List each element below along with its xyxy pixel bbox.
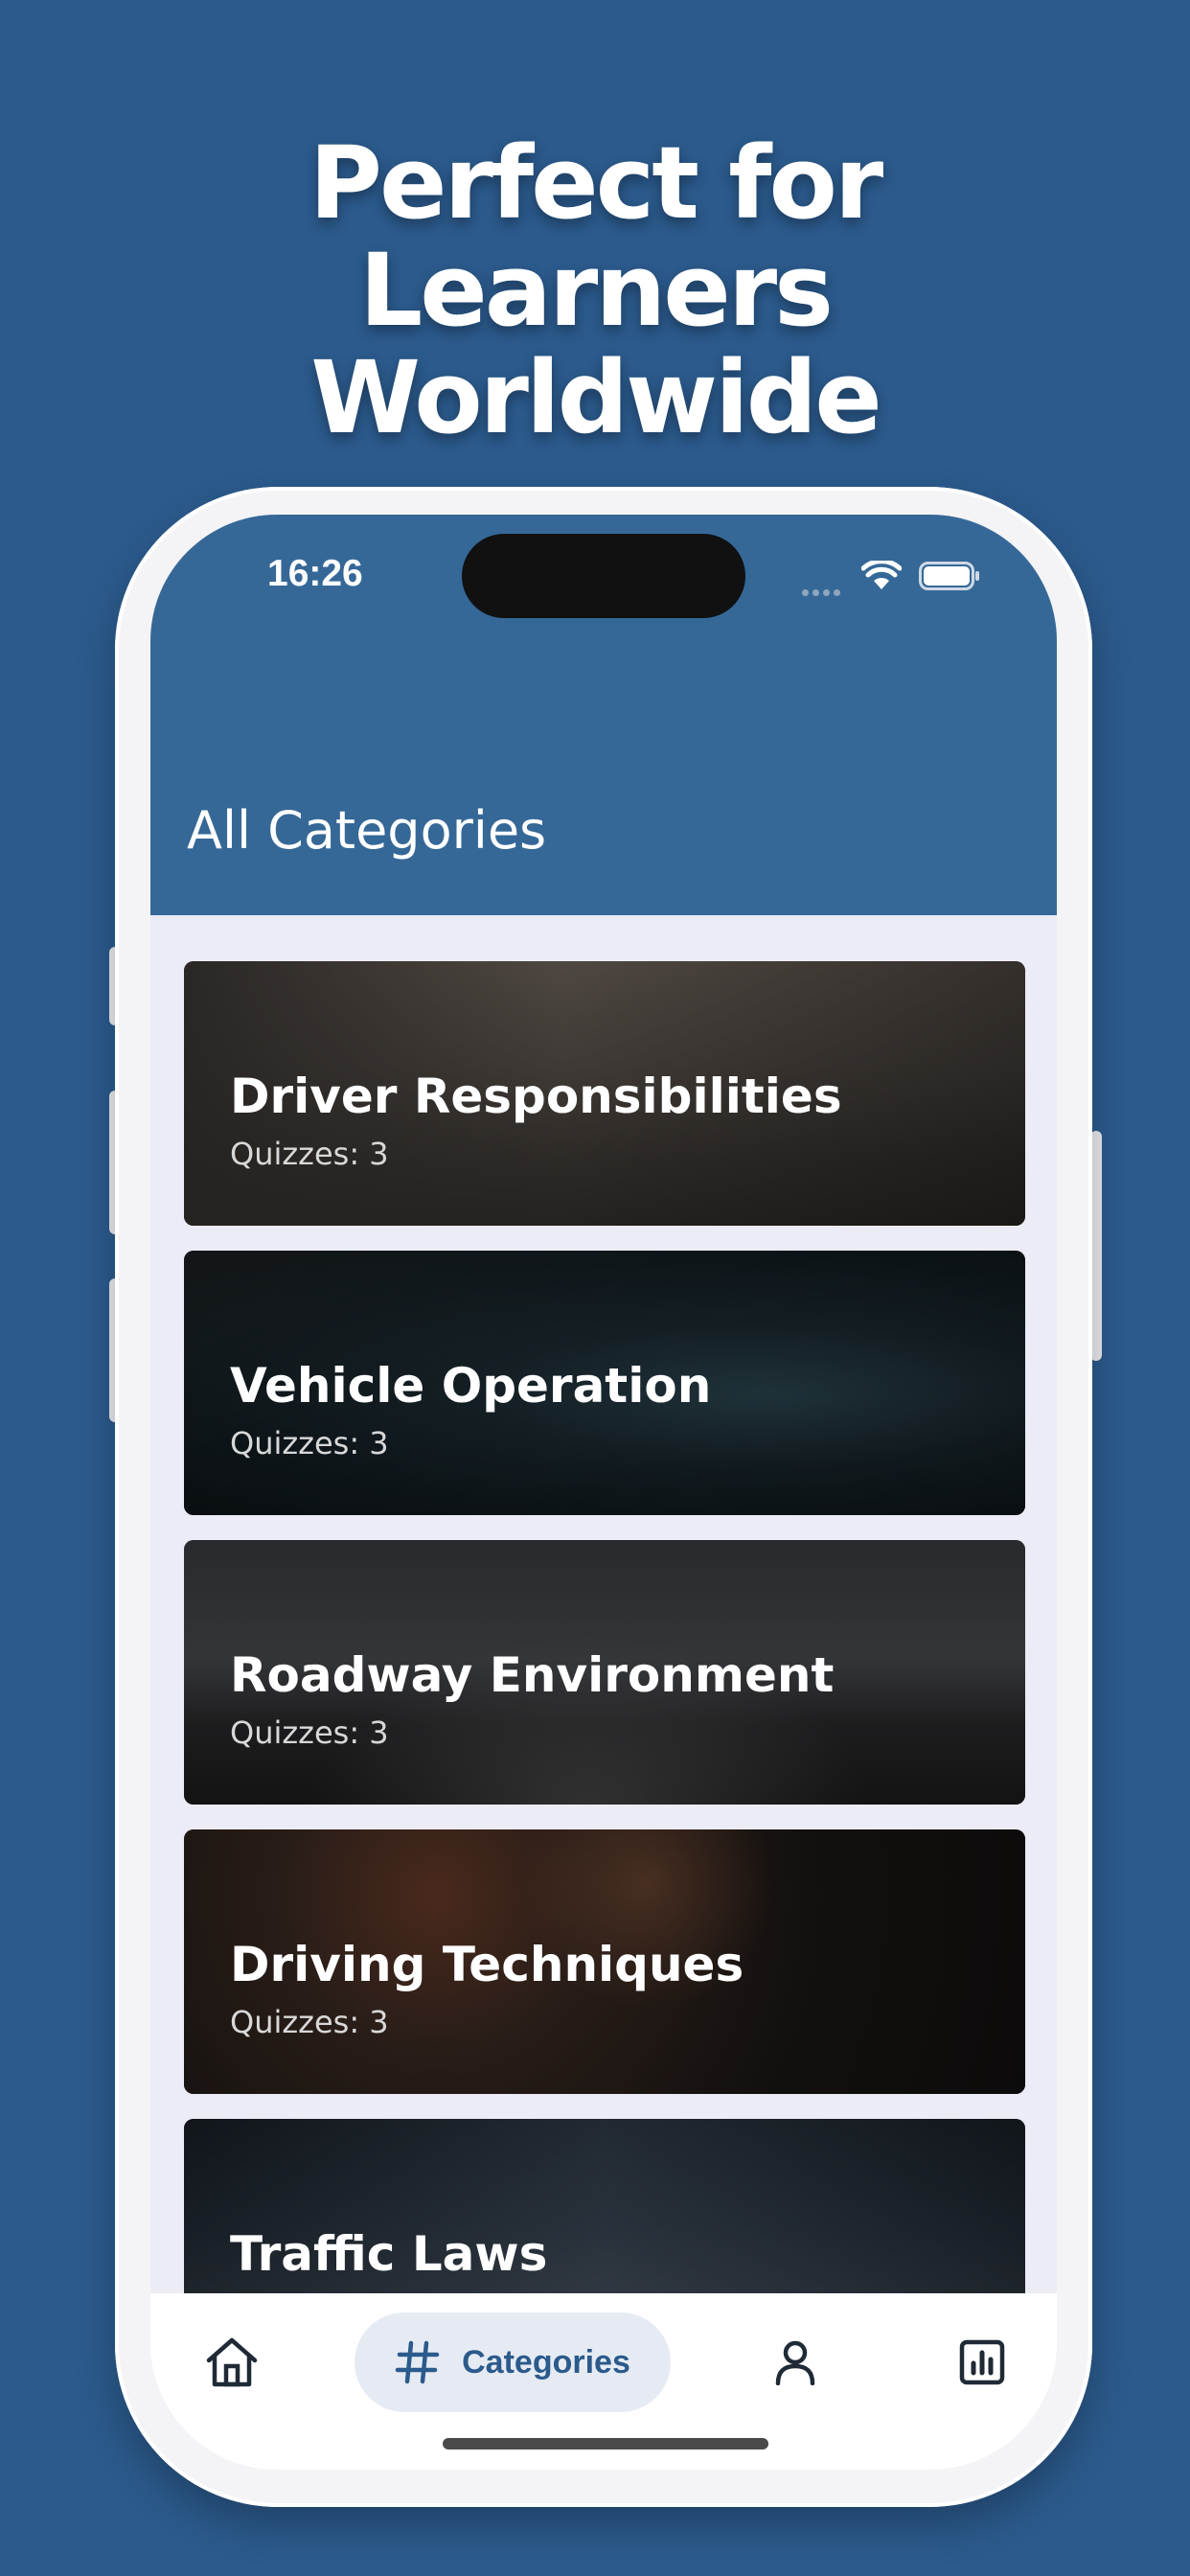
tab-categories[interactable]: Categories bbox=[355, 2312, 671, 2412]
category-card-roadway-environment[interactable]: Roadway Environment Quizzes: 3 bbox=[184, 1540, 1025, 1805]
dynamic-island bbox=[462, 534, 745, 618]
headline-line-1: Perfect for bbox=[309, 125, 883, 242]
category-quiz-count: Quizzes: 3 bbox=[230, 1714, 389, 1751]
cellular-signal-icon bbox=[802, 582, 844, 600]
category-list: Driver Responsibilities Quizzes: 3 Vehic… bbox=[184, 961, 1025, 2408]
home-indicator[interactable] bbox=[443, 2438, 768, 2450]
category-title: Driving Techniques bbox=[230, 1937, 744, 1992]
category-card-driver-responsibilities[interactable]: Driver Responsibilities Quizzes: 3 bbox=[184, 961, 1025, 1226]
category-title: Traffic Laws bbox=[230, 2226, 548, 2282]
category-quiz-count: Quizzes: 3 bbox=[230, 2004, 389, 2040]
phone-screen: 16:26 All Categories Driver Responsibili… bbox=[150, 515, 1057, 2470]
tab-bar: Categories bbox=[150, 2293, 1057, 2470]
battery-icon bbox=[919, 562, 979, 590]
category-card-vehicle-operation[interactable]: Vehicle Operation Quizzes: 3 bbox=[184, 1251, 1025, 1515]
category-title: Driver Responsibilities bbox=[230, 1069, 842, 1124]
wifi-icon bbox=[861, 561, 902, 589]
tab-stats[interactable] bbox=[939, 2312, 1025, 2412]
marketing-headline: Perfect for Learners Worldwide bbox=[0, 129, 1190, 451]
status-time: 16:26 bbox=[267, 553, 363, 594]
app-header: 16:26 All Categories bbox=[150, 515, 1057, 915]
hashtag-icon bbox=[395, 2340, 440, 2384]
tab-profile[interactable] bbox=[752, 2312, 838, 2412]
headline-line-2: Learners bbox=[358, 232, 834, 349]
chart-icon bbox=[959, 2339, 1005, 2385]
category-title: Vehicle Operation bbox=[230, 1358, 712, 1414]
home-icon bbox=[206, 2337, 258, 2387]
page-title: All Categories bbox=[187, 800, 547, 861]
category-title: Roadway Environment bbox=[230, 1647, 835, 1703]
headline-line-3: Worldwide bbox=[310, 339, 882, 456]
tab-categories-label: Categories bbox=[462, 2343, 630, 2380]
tab-home[interactable] bbox=[189, 2312, 275, 2412]
category-card-driving-techniques[interactable]: Driving Techniques Quizzes: 3 bbox=[184, 1829, 1025, 2094]
category-quiz-count: Quizzes: 3 bbox=[230, 1425, 389, 1461]
category-quiz-count: Quizzes: 3 bbox=[230, 1136, 389, 1172]
person-icon bbox=[775, 2340, 815, 2385]
